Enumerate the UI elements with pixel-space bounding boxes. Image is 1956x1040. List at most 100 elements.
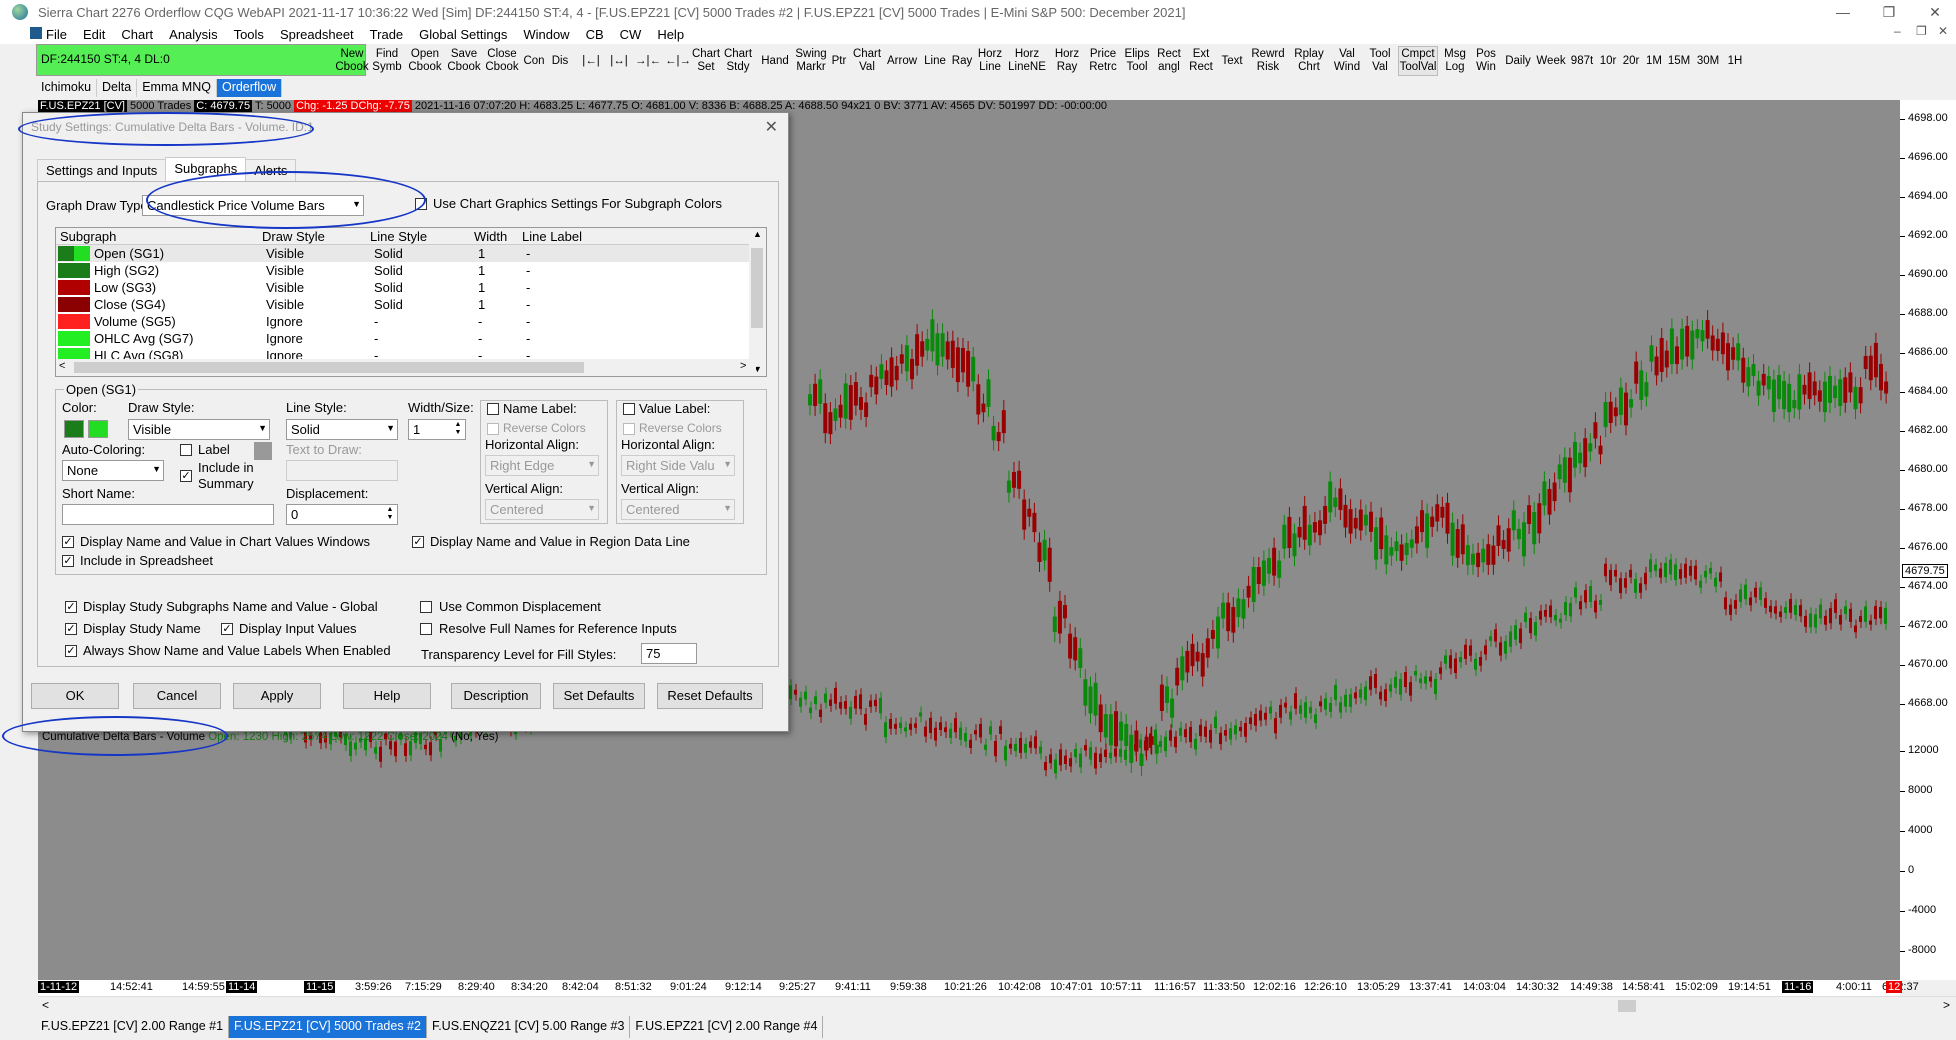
restore-button[interactable]: ❐ xyxy=(1866,0,1912,24)
subgraph-row[interactable]: Low (SG3) Visible Solid 1 - xyxy=(56,279,756,296)
name-h-align-select[interactable]: Right Edge ▼ xyxy=(485,455,599,476)
toolbar-button-18[interactable]: Line xyxy=(922,46,948,76)
value-label-checkbox[interactable] xyxy=(623,403,635,415)
minimize-button[interactable]: — xyxy=(1820,0,1866,24)
toolbar-button-43[interactable]: 1H xyxy=(1724,46,1746,76)
subgraph-row[interactable]: High (SG2) Visible Solid 1 - xyxy=(56,262,756,279)
menu-file[interactable]: File xyxy=(46,27,67,42)
value-reverse-colors-checkbox[interactable] xyxy=(623,423,635,435)
subgraph-color-swatch-2[interactable] xyxy=(74,263,90,278)
toolbar-button-14[interactable]: Swing Markr xyxy=(795,46,826,76)
subgraph-color-swatch[interactable] xyxy=(58,297,74,312)
always-show-checkbox[interactable]: ✓ xyxy=(65,645,77,657)
mdi-close-button[interactable]: ✕ xyxy=(1938,24,1948,38)
toolbar-button-7[interactable]: |←| xyxy=(578,46,604,76)
column-header[interactable]: Draw Style xyxy=(262,229,325,244)
toolbar-button-17[interactable]: Arrow xyxy=(884,46,920,76)
help-button[interactable]: Help xyxy=(343,683,431,709)
scroll-thumb[interactable] xyxy=(1618,1000,1636,1012)
subgraph-list[interactable]: Subgraph Draw Style Line Style Width Line La… xyxy=(55,227,767,377)
menu-cb[interactable]: CB xyxy=(586,27,604,42)
toolbar-button-29[interactable]: Rplay Chrt xyxy=(1290,46,1328,76)
subgraph-color-swatch-2[interactable] xyxy=(74,246,90,261)
menu-trade[interactable]: Trade xyxy=(370,27,403,42)
toolbar-button-31[interactable]: Tool Val xyxy=(1364,46,1396,76)
toolbar-button-19[interactable]: Ray xyxy=(950,46,974,76)
menu-global-settings[interactable]: Global Settings xyxy=(419,27,507,42)
auto-coloring-select[interactable]: None ▼ xyxy=(62,460,164,481)
dialog-tab-settings-and-inputs[interactable]: Settings and Inputs xyxy=(37,159,167,183)
short-name-input[interactable] xyxy=(62,504,274,525)
menu-help[interactable]: Help xyxy=(657,27,684,42)
menu-analysis[interactable]: Analysis xyxy=(169,27,217,42)
menu-tools[interactable]: Tools xyxy=(234,27,264,42)
toolbar-button-35[interactable]: Daily xyxy=(1502,46,1534,76)
study-tab-delta[interactable]: Delta xyxy=(97,79,138,97)
time-scale[interactable]: 1-11-12 14:52:41 14:59:55 11-14 11-15 3:59:26… xyxy=(38,980,1919,996)
subgraph-color-swatch-2[interactable] xyxy=(74,314,90,329)
toolbar-button-13[interactable]: Hand xyxy=(758,46,792,76)
mdi-restore-button[interactable]: ❐ xyxy=(1916,24,1927,38)
dialog-close-icon[interactable]: ✕ xyxy=(765,117,778,137)
value-h-align-select[interactable]: Right Side Valu ▼ xyxy=(621,455,735,476)
cancel-button[interactable]: Cancel xyxy=(133,683,221,709)
subgraph-color-swatch[interactable] xyxy=(58,246,74,261)
subgraph-color-swatch-2[interactable] xyxy=(74,297,90,312)
toolbar-button-32[interactable]: Cmpct ToolVal xyxy=(1398,46,1438,76)
value-v-align-select[interactable]: Centered ▼ xyxy=(621,499,735,520)
column-header[interactable]: Subgraph xyxy=(60,229,116,244)
subgraph-row[interactable]: OHLC Avg (SG7) Ignore - - - xyxy=(56,330,756,347)
toolbar-button-2[interactable]: Open Cbook xyxy=(406,46,444,76)
subgraph-list-vscroll[interactable]: ▲ ▼ xyxy=(749,228,766,376)
scroll-right-icon[interactable]: > xyxy=(1943,998,1950,1012)
subgraph-row[interactable]: Close (SG4) Visible Solid 1 - xyxy=(56,296,756,313)
display-global-checkbox[interactable]: ✓ xyxy=(65,601,77,613)
subgraph-color-swatch[interactable] xyxy=(58,263,74,278)
toolbar-button-12[interactable]: Chart Stdy xyxy=(722,46,754,76)
include-summary-checkbox[interactable]: ✓ xyxy=(180,470,192,482)
toolbar-button-0[interactable]: New Cbook xyxy=(335,46,368,76)
toolbar-button-34[interactable]: Pos Win xyxy=(1472,46,1500,76)
toolbar-button-8[interactable]: |↔| xyxy=(606,46,632,76)
subgraph-color-swatch[interactable] xyxy=(58,280,74,295)
toolbar-button-1[interactable]: Find Symb xyxy=(370,46,404,76)
draw-style-select[interactable]: Visible ▼ xyxy=(128,419,270,440)
toolbar-button-28[interactable]: Rewrd Risk xyxy=(1248,46,1288,76)
toolbar-button-3[interactable]: Save Cbook xyxy=(446,46,482,76)
subgraph-color-swatch[interactable] xyxy=(58,331,74,346)
display-input-values-checkbox[interactable]: ✓ xyxy=(221,623,233,635)
scroll-left-icon[interactable]: < xyxy=(42,998,49,1012)
name-reverse-colors-checkbox[interactable] xyxy=(487,423,499,435)
mdi-minimize-button[interactable]: – xyxy=(1894,24,1901,38)
toolbar-button-21[interactable]: Horz LineNE xyxy=(1006,46,1048,76)
chart-tab-1[interactable]: F.US.EPZ21 [CV] 2.00 Range #1 xyxy=(36,1016,230,1038)
ok-button[interactable]: OK xyxy=(31,683,119,709)
subgraph-row[interactable]: Volume (SG5) Ignore - - - xyxy=(56,313,756,330)
include-spreadsheet-checkbox[interactable]: ✓ xyxy=(62,555,74,567)
resolve-names-checkbox[interactable] xyxy=(420,623,432,635)
close-window-button[interactable]: ✕ xyxy=(1912,0,1956,24)
name-label-checkbox[interactable] xyxy=(487,403,499,415)
scroll-right-icon[interactable]: > xyxy=(740,360,746,372)
name-v-align-select[interactable]: Centered ▼ xyxy=(485,499,599,520)
spinner-icon[interactable]: ▲ ▼ xyxy=(452,421,464,437)
subgraph-color-swatch-2[interactable] xyxy=(74,331,90,346)
toolbar-button-23[interactable]: Price Retrc xyxy=(1086,46,1120,76)
vscroll-thumb[interactable] xyxy=(751,248,763,328)
toolbar-button-16[interactable]: Chart Val xyxy=(852,46,882,76)
menu-cw[interactable]: CW xyxy=(620,27,642,42)
apply-button[interactable]: Apply xyxy=(233,683,321,709)
primary-color-swatch[interactable] xyxy=(64,420,84,438)
display-name-value-checkbox[interactable]: ✓ xyxy=(62,536,74,548)
transparency-input[interactable]: 75 xyxy=(641,643,697,664)
study-tab-ichimoku[interactable]: Ichimoku xyxy=(36,79,98,97)
column-header[interactable]: Width xyxy=(474,229,507,244)
toolbar-button-6[interactable]: Dis xyxy=(548,46,572,76)
set-defaults-button[interactable]: Set Defaults xyxy=(553,683,645,709)
toolbar-button-41[interactable]: 15M xyxy=(1666,46,1692,76)
spinner-icon[interactable]: ▲ ▼ xyxy=(384,506,396,522)
chevron-up-icon[interactable]: ▲ xyxy=(753,229,762,239)
chart-tab-2[interactable]: F.US.EPZ21 [CV] 5000 Trades #2 xyxy=(229,1016,427,1038)
toolbar-button-42[interactable]: 30M xyxy=(1694,46,1722,76)
toolbar-button-24[interactable]: Elips Tool xyxy=(1122,46,1152,76)
